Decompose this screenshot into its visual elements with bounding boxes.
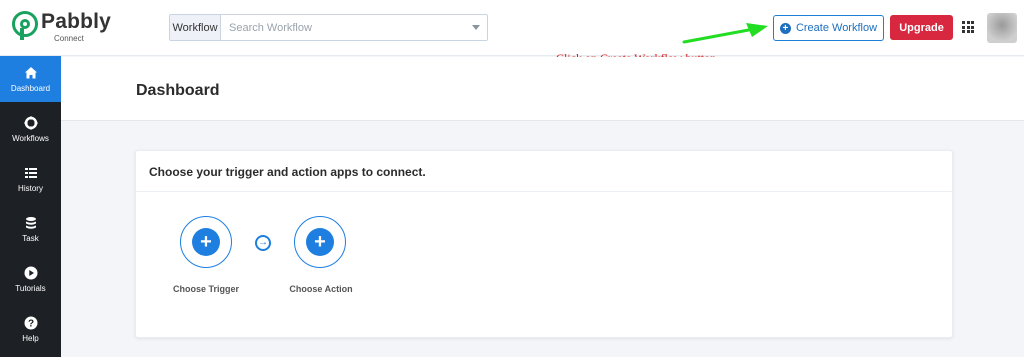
plus-circle-icon: + [779,22,791,34]
sidebar-label-workflows: Workflows [12,133,49,143]
sidebar-item-workflows[interactable]: Workflows [0,106,61,152]
page-title-band: Dashboard [61,57,1024,121]
card-header: Choose your trigger and action apps to c… [136,151,952,192]
choose-trigger-label[interactable]: Choose Trigger [156,284,256,294]
sidebar-item-history[interactable]: History [0,156,61,202]
sidebar-label-task: Task [22,233,39,243]
sidebar-label-help: Help [22,333,39,343]
help-icon: ? [24,316,37,329]
search-input[interactable] [221,15,465,40]
choose-trigger-button[interactable]: + [180,216,232,268]
create-workflow-label: Create Workflow [795,22,878,34]
arrow-right-icon: → [255,235,271,251]
logo-icon [12,11,38,40]
search-prefix-label: Workflow [170,15,221,40]
avatar[interactable] [987,13,1017,43]
sidebar-item-help[interactable]: ? Help [0,306,61,352]
card-title: Choose your trigger and action apps to c… [149,165,426,179]
home-icon [24,66,37,78]
sidebar-label-dashboard: Dashboard [10,83,51,93]
choose-action-label[interactable]: Choose Action [271,284,371,294]
play-icon [24,266,37,279]
upgrade-button[interactable]: Upgrade [890,15,953,40]
task-icon [25,216,36,229]
brand-name: Pabbly [41,10,112,33]
sidebar-label-history: History [18,183,43,193]
svg-text:?: ? [27,318,33,329]
plus-icon: + [306,228,334,256]
chevron-down-icon[interactable] [465,15,487,40]
sidebar-item-task[interactable]: Task [0,206,61,252]
pabbly-connect-logo[interactable]: Pabbly Connect [12,10,122,46]
sidebar-label-tutorials: Tutorials [15,283,46,293]
choose-action-button[interactable]: + [294,216,346,268]
sidebar-item-tutorials[interactable]: Tutorials [0,256,61,302]
annotation-arrow-icon [682,23,768,44]
workflow-search: Workflow [169,14,488,41]
sidebar-item-dashboard[interactable]: Dashboard [0,56,61,102]
top-header: Pabbly Connect Workflow + Create Workflo… [0,0,1024,56]
connect-apps-card: Choose your trigger and action apps to c… [135,150,953,338]
history-icon [24,167,37,178]
workflows-icon [23,115,38,130]
apps-grid-icon[interactable] [962,21,974,33]
sidebar: Dashboard Workflows History Task Tutoria… [0,56,61,357]
plus-icon: + [192,228,220,256]
brand-subtitle: Connect [54,34,84,43]
page-title: Dashboard [136,82,220,99]
create-workflow-button[interactable]: + Create Workflow [773,15,884,41]
